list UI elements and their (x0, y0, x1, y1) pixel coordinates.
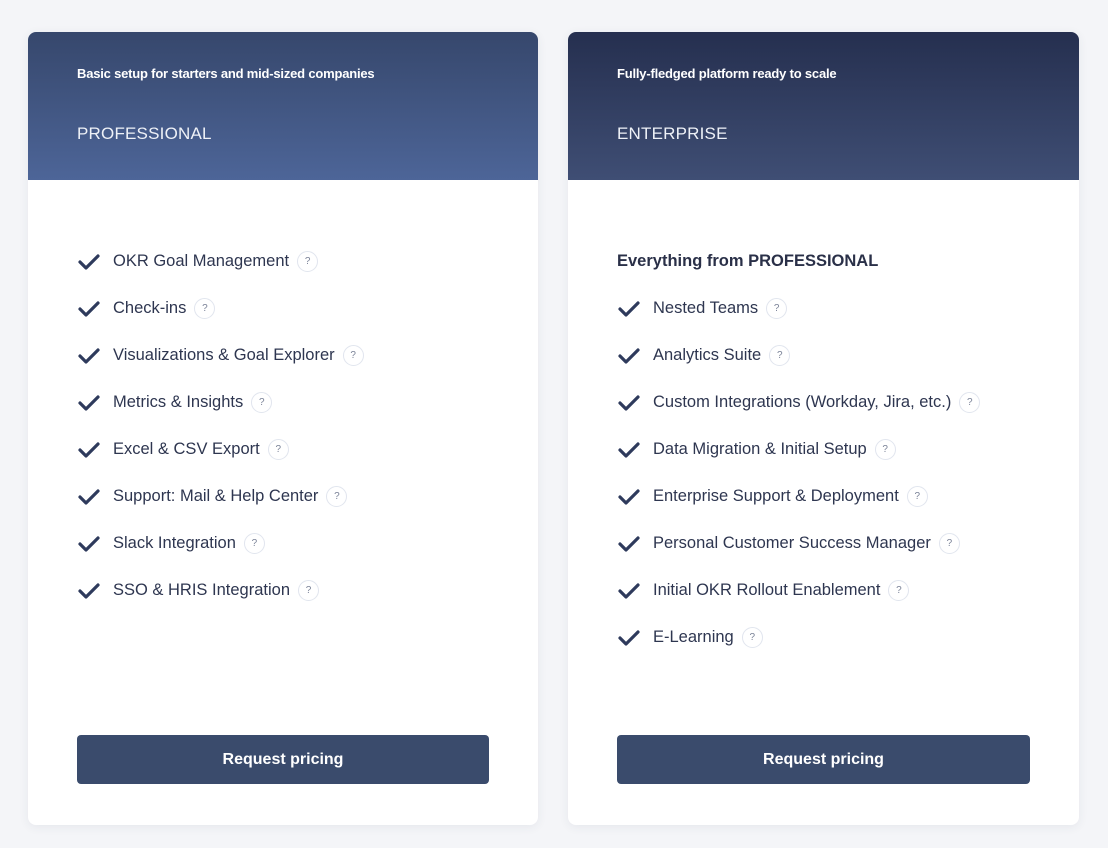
help-icon[interactable]: ? (267, 439, 289, 460)
help-icon[interactable]: ? (298, 580, 319, 601)
check-icon (618, 394, 640, 411)
check-icon (618, 441, 640, 458)
feature-item: Enterprise Support & Deployment? (617, 473, 1059, 520)
plan-tagline: Basic setup for starters and mid-sized c… (77, 66, 375, 81)
check-icon (78, 394, 100, 411)
feature-item: Analytics Suite? (617, 332, 1059, 379)
help-icon[interactable]: ? (342, 345, 364, 366)
help-icon[interactable]: ? (959, 392, 981, 413)
help-icon[interactable]: ? (906, 486, 928, 507)
plan-name: PROFESSIONAL (77, 124, 212, 143)
feature-label: Support: Mail & Help Center (113, 487, 319, 505)
feature-label: E-Learning (653, 628, 734, 646)
feature-item: Excel & CSV Export? (77, 426, 518, 473)
help-icon[interactable]: ? (326, 486, 348, 507)
check-icon (618, 347, 640, 364)
feature-item: Personal Customer Success Manager? (617, 520, 1059, 567)
feature-item: Initial OKR Rollout Enablement? (617, 567, 1059, 614)
feature-label: Analytics Suite (653, 346, 762, 364)
feature-item: Check-ins? (77, 285, 518, 332)
help-icon[interactable]: ? (194, 298, 216, 319)
help-icon[interactable]: ? (243, 533, 265, 554)
help-icon[interactable]: ? (741, 627, 763, 648)
feature-item: Metrics & Insights? (77, 379, 518, 426)
feature-label: Data Migration & Initial Setup (653, 440, 867, 458)
check-icon (78, 582, 100, 599)
check-icon (618, 535, 640, 552)
feature-item: Support: Mail & Help Center? (77, 473, 518, 520)
check-icon (78, 535, 100, 552)
feature-label: SSO & HRIS Integration (113, 581, 290, 599)
check-icon (618, 300, 640, 317)
plan-name: ENTERPRISE (617, 124, 728, 143)
feature-intro: Everything from PROFESSIONAL (617, 252, 879, 270)
help-icon[interactable]: ? (769, 345, 791, 366)
help-icon[interactable]: ? (938, 533, 960, 554)
feature-item: E-Learning? (617, 614, 1059, 661)
feature-label: Custom Integrations (Workday, Jira, etc.… (653, 393, 952, 411)
help-icon[interactable]: ? (874, 439, 896, 460)
check-icon (78, 441, 100, 458)
check-icon (78, 253, 100, 270)
feature-item: Custom Integrations (Workday, Jira, etc.… (617, 379, 1059, 426)
plan-tagline: Fully-fledged platform ready to scale (617, 66, 837, 81)
feature-label: Personal Customer Success Manager (653, 534, 931, 552)
request-pricing-button[interactable]: Request pricing (77, 735, 489, 784)
feature-label: Excel & CSV Export (113, 440, 260, 458)
feature-label: Visualizations & Goal Explorer (113, 346, 335, 364)
feature-item: Slack Integration? (77, 520, 518, 567)
request-pricing-button[interactable]: Request pricing (617, 735, 1030, 784)
check-icon (618, 582, 640, 599)
feature-label: Initial OKR Rollout Enablement (653, 581, 881, 599)
feature-label: OKR Goal Management (113, 252, 290, 270)
plan-card-enterprise: Fully-fledged platform ready to scale EN… (568, 32, 1079, 825)
feature-item: Nested Teams? (617, 285, 1059, 332)
check-icon (78, 347, 100, 364)
feature-item: Visualizations & Goal Explorer? (77, 332, 518, 379)
plan-header: Fully-fledged platform ready to scale EN… (568, 32, 1079, 180)
feature-label: Slack Integration (113, 534, 236, 552)
feature-item: OKR Goal Management? (77, 238, 518, 285)
check-icon (618, 488, 640, 505)
help-icon[interactable]: ? (251, 392, 273, 413)
feature-label: Enterprise Support & Deployment (653, 487, 899, 505)
feature-item: Data Migration & Initial Setup? (617, 426, 1059, 473)
plan-card-professional: Basic setup for starters and mid-sized c… (28, 32, 538, 825)
help-icon[interactable]: ? (297, 251, 319, 272)
feature-list: OKR Goal Management? Check-ins? Visualizat… (77, 238, 518, 614)
plan-header: Basic setup for starters and mid-sized c… (28, 32, 538, 180)
feature-label: Check-ins (113, 299, 187, 317)
check-icon (618, 629, 640, 646)
feature-label: Nested Teams (653, 299, 759, 317)
help-icon[interactable]: ? (766, 298, 788, 319)
feature-list: Everything from PROFESSIONAL Nested Teams… (617, 238, 1059, 661)
feature-item: SSO & HRIS Integration? (77, 567, 518, 614)
check-icon (78, 300, 100, 317)
check-icon (78, 488, 100, 505)
feature-label: Metrics & Insights (113, 393, 244, 411)
help-icon[interactable]: ? (888, 580, 910, 601)
